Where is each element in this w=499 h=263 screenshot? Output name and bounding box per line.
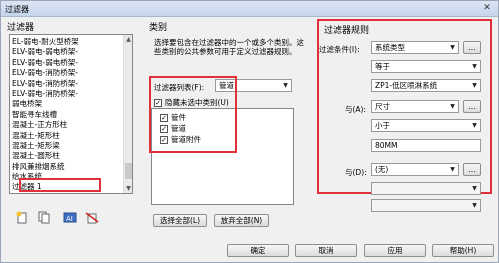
filters-list: EL-弱电-耐火型桥架 ELV-弱电-弱电桥架- ELV-弱电-弱电桥架- ELV-弱… (10, 35, 132, 194)
filters-listbox[interactable]: EL-弱电-耐火型桥架 ELV-弱电-弱电桥架- ELV-弱电-弱电桥架- ELV-弱… (9, 34, 133, 194)
duplicate-filter-icon[interactable] (37, 211, 51, 224)
chevron-down-icon: ▼ (472, 185, 477, 192)
rule1-value-dropdown[interactable]: ZP1-低区喷淋系统 ▼ (371, 79, 481, 92)
filter-list-item[interactable]: 排风兼排烟系统 (10, 162, 132, 172)
rule2-operator-value: 小于 (375, 121, 390, 130)
chevron-down-icon: ▼ (472, 202, 477, 209)
categories-description: 选择要包含在过滤器中的一个或多个类别。这些类别的公共参数可用于定义过滤器规则。 (154, 38, 304, 56)
selected-filter-highlight (19, 178, 101, 192)
rename-filter-icon[interactable]: AI (63, 211, 77, 224)
and-d-label: 与(D): (345, 168, 367, 177)
rule1-param-dropdown[interactable]: 系统类型 ▼ (371, 41, 459, 54)
filter-list-item[interactable]: 混凝土-矩形梁 (10, 141, 132, 151)
select-all-button[interactable]: 选择全部(L) (153, 214, 207, 227)
chevron-down-icon: ▼ (472, 63, 477, 70)
rules-label: 过滤器规则 (324, 26, 370, 36)
filter-list-item[interactable]: 混凝土-正方形柱 (10, 120, 132, 130)
rule2-value-input[interactable]: 80MM (371, 139, 481, 152)
rule1-more-button[interactable]: ... (463, 41, 481, 54)
apply-button[interactable]: 应用 (364, 244, 426, 257)
deselect-all-button[interactable]: 放弃全部(N) (214, 214, 269, 227)
filters-scrollbar[interactable]: ▲ ▼ (123, 35, 132, 193)
rule1-param-value: 系统类型 (375, 43, 405, 52)
rule3-operator-dropdown[interactable]: ▼ (371, 182, 481, 195)
cancel-button[interactable]: 取消 (295, 244, 357, 257)
window-title: 过滤器 (5, 5, 29, 14)
rule3-value-dropdown[interactable]: ▼ (371, 199, 481, 212)
rule2-param-dropdown[interactable]: 尺寸 ▼ (371, 100, 459, 113)
rule3-param-dropdown[interactable]: (无) ▼ (371, 163, 459, 176)
filters-label: 过滤器 (7, 23, 35, 33)
chevron-down-icon: ▼ (450, 103, 455, 110)
filter-list-item[interactable]: ELV-弱电-弱电桥架- (10, 58, 132, 68)
svg-text:AI: AI (66, 215, 73, 223)
help-button[interactable]: 帮助(H) (432, 244, 494, 257)
filter-list-item[interactable]: 弱电桥架 (10, 99, 132, 109)
scroll-thumb[interactable] (125, 163, 132, 179)
filter-list-item[interactable]: EL-弱电-耐火型桥架 (10, 37, 132, 47)
chevron-down-icon: ▼ (450, 166, 455, 173)
chevron-down-icon: ▼ (472, 122, 477, 129)
filter-list-item[interactable]: ELV-弱电-消防桥架- (10, 68, 132, 78)
filter-list-item[interactable]: 混凝土-圆形柱 (10, 151, 132, 161)
rule3-more-button[interactable]: ... (463, 163, 481, 176)
delete-filter-icon[interactable] (85, 211, 99, 224)
scroll-down-icon[interactable]: ▼ (124, 184, 132, 193)
and-a-label: 与(A): (345, 105, 367, 114)
chevron-down-icon: ▼ (472, 82, 477, 89)
filter-list-item[interactable]: 底区喷淋-小于DN80 (10, 193, 132, 194)
rule1-value: ZP1-低区喷淋系统 (375, 81, 438, 90)
filter-by-label: 过滤条件(I): (319, 45, 360, 54)
filter-list-item[interactable]: ELV-弱电-消防桥架- (10, 79, 132, 89)
rule2-operator-dropdown[interactable]: 小于 ▼ (371, 119, 481, 132)
ok-button[interactable]: 确定 (227, 244, 289, 257)
rule1-operator-value: 等于 (375, 62, 390, 71)
chevron-down-icon: ▼ (283, 82, 288, 89)
filter-list-item[interactable]: ELV-弱电-消防桥架- (10, 89, 132, 99)
categories-highlight (149, 76, 237, 153)
filter-list-item[interactable]: ELV-弱电-弱电桥架- (10, 47, 132, 57)
rule2-more-button[interactable]: ... (463, 100, 481, 113)
filter-dialog: 过滤器 ✕ 过滤器 EL-弱电-耐火型桥架 ELV-弱电-弱电桥架- ELV-弱电-… (0, 0, 499, 263)
rule2-param-value: 尺寸 (375, 102, 390, 111)
rule1-operator-dropdown[interactable]: 等于 ▼ (371, 60, 481, 73)
scroll-up-icon[interactable]: ▲ (124, 35, 132, 44)
rule3-param-value: (无) (375, 165, 389, 174)
close-icon[interactable]: ✕ (480, 3, 494, 14)
new-filter-icon[interactable] (15, 211, 29, 224)
filter-list-item[interactable]: 智能寻车线槽 (10, 110, 132, 120)
categories-label: 类别 (149, 23, 168, 33)
title-bar: 过滤器 ✕ (1, 1, 498, 17)
filter-list-item[interactable]: 混凝土-矩形柱 (10, 131, 132, 141)
chevron-down-icon: ▼ (450, 44, 455, 51)
